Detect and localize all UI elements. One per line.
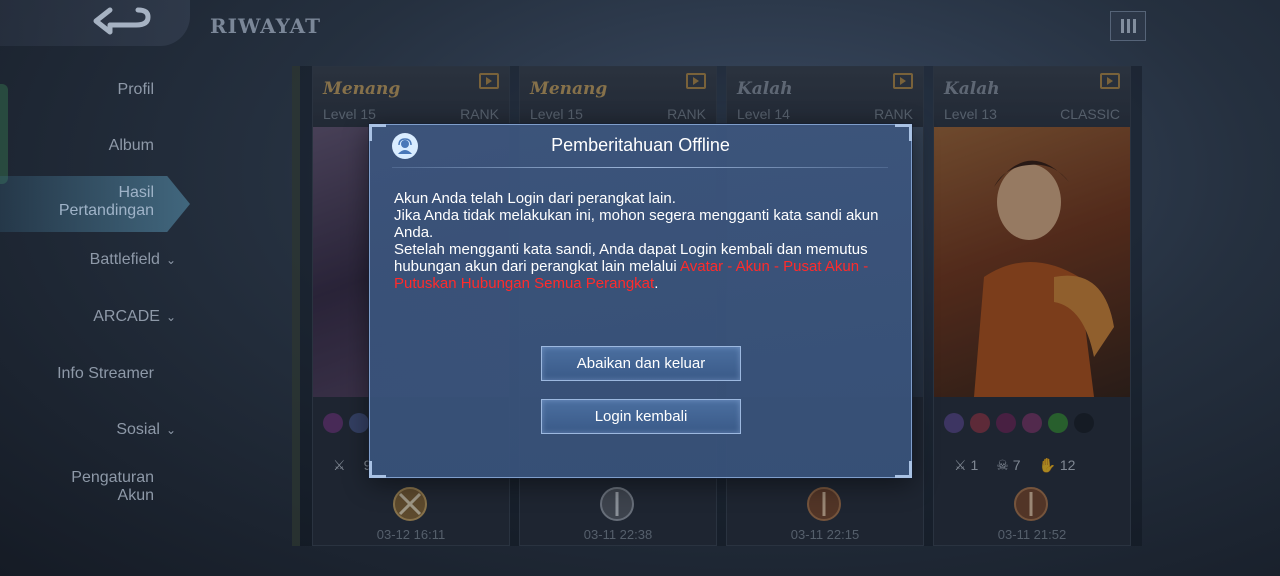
- match-level: Level 14: [737, 106, 790, 122]
- medal-icon: [600, 487, 634, 521]
- sidebar-item-pengaturan-akun[interactable]: Pengaturan Akun: [71, 469, 154, 505]
- assists-stat: ✋ 12: [1039, 457, 1076, 474]
- corner-ornament: [895, 461, 912, 478]
- swords-icon: ⚔: [333, 456, 346, 473]
- sidebar-item-label: Battlefield: [89, 251, 160, 268]
- sidebar-item-album[interactable]: Album: [109, 137, 154, 155]
- dialog-message: Akun Anda telah Login dari perangkat lai…: [394, 190, 894, 292]
- sidebar-item-label: ARCADE: [93, 308, 160, 325]
- replay-video-icon[interactable]: [1100, 73, 1120, 89]
- match-result: Kalah: [737, 79, 793, 99]
- match-date: 03-11 22:15: [790, 527, 860, 542]
- medal-icon: [807, 487, 841, 521]
- deaths-stat: ☠ 7: [996, 457, 1020, 474]
- kills-stat: ⚔ 1: [954, 457, 978, 474]
- message-text: .: [654, 275, 659, 292]
- sidebar-item-label: Pengaturan Akun: [71, 469, 154, 504]
- sidebar-item-battlefield[interactable]: Battlefield ⌄: [90, 251, 176, 269]
- match-mode: RANK: [460, 106, 499, 122]
- handshake-icon: ✋: [1038, 456, 1056, 473]
- ignore-and-exit-button[interactable]: Abaikan dan keluar: [541, 346, 741, 381]
- swords-icon: ⚔: [954, 456, 967, 473]
- deaths-count: 7: [1012, 456, 1021, 473]
- sidebar-item-label: Sosial: [116, 421, 160, 438]
- message-line: Akun Anda telah Login dari perangkat lai…: [394, 190, 676, 207]
- offline-notification-dialog: Pemberitahuan Offline Akun Anda telah Lo…: [369, 124, 912, 478]
- assists-count: 12: [1059, 456, 1076, 473]
- sidebar-item-label: Info Streamer: [57, 365, 154, 382]
- sidebar-item-label: Profil: [117, 81, 154, 98]
- back-arrow-icon[interactable]: [90, 6, 156, 40]
- sidebar-item-label: Album: [108, 137, 154, 154]
- match-mode: RANK: [874, 106, 913, 122]
- sidebar-item-arcade[interactable]: ARCADE ⌄: [93, 308, 176, 326]
- kills-count: 1: [970, 456, 979, 473]
- sidebar-item-info-streamer[interactable]: Info Streamer: [57, 365, 154, 383]
- dialog-divider: [392, 167, 888, 168]
- match-level: Level 15: [530, 106, 583, 122]
- chevron-down-icon: ⌄: [165, 253, 176, 267]
- item-icon: [323, 413, 343, 433]
- item-icon: [1074, 413, 1094, 433]
- sidebar-item-profil[interactable]: Profil: [118, 81, 154, 99]
- match-result: Menang: [323, 79, 401, 99]
- match-date: 03-11 21:52: [997, 527, 1067, 542]
- item-icon: [349, 413, 369, 433]
- match-result: Kalah: [944, 79, 1000, 99]
- item-icon: [1048, 413, 1068, 433]
- message-line: Jika Anda tidak melakukan ini, mohon seg…: [394, 207, 879, 241]
- login-again-button[interactable]: Login kembali: [541, 399, 741, 434]
- match-card-header: Kalah Level 13 CLASSIC: [934, 67, 1130, 127]
- item-icon: [1022, 413, 1042, 433]
- hero-figure-icon: [974, 160, 1114, 397]
- match-result: Menang: [530, 79, 608, 99]
- page-title: RIWAYAT: [210, 14, 321, 38]
- item-icon: [970, 413, 990, 433]
- replay-video-icon[interactable]: [686, 73, 706, 89]
- replay-video-icon[interactable]: [893, 73, 913, 89]
- corner-ornament: [369, 461, 386, 478]
- skull-icon: ☠: [996, 456, 1009, 473]
- sidebar: Profil Album Hasil Pertandingan Battlefi…: [0, 60, 200, 560]
- match-date: 03-12 16:11: [376, 527, 446, 542]
- item-icon: [944, 413, 964, 433]
- match-card-header: Kalah Level 14 RANK: [727, 67, 923, 127]
- sidebar-item-label: Hasil Pertandingan: [58, 184, 154, 219]
- match-level: Level 15: [323, 106, 376, 122]
- medal-icon: [393, 487, 427, 521]
- match-card-header: Menang Level 15 RANK: [520, 67, 716, 127]
- chevron-down-icon: ⌄: [165, 310, 176, 324]
- dialog-title: Pemberitahuan Offline: [551, 135, 730, 155]
- message-line: Setelah mengganti kata sandi, Anda dapat…: [394, 241, 894, 292]
- match-mode: RANK: [667, 106, 706, 122]
- hero-portrait: [934, 127, 1130, 397]
- menu-grid-icon[interactable]: [1110, 11, 1146, 41]
- medal-icon: [1014, 487, 1048, 521]
- kda-stats: ⚔ 1 ☠ 7 ✋ 12: [954, 455, 1124, 475]
- sidebar-item-sosial[interactable]: Sosial ⌄: [116, 421, 176, 439]
- replay-video-icon[interactable]: [479, 73, 499, 89]
- match-card[interactable]: Kalah Level 13 CLASSIC ⚔ 1 ☠ 7 ✋ 12 03-1…: [933, 66, 1131, 546]
- chevron-down-icon: ⌄: [165, 423, 176, 437]
- top-bar: RIWAYAT: [0, 0, 1280, 50]
- match-mode: CLASSIC: [1060, 106, 1120, 122]
- match-card-header: Menang Level 15 RANK: [313, 67, 509, 127]
- item-row: [944, 413, 1124, 435]
- item-icon: [996, 413, 1016, 433]
- match-date: 03-11 22:38: [583, 527, 653, 542]
- match-level: Level 13: [944, 106, 997, 122]
